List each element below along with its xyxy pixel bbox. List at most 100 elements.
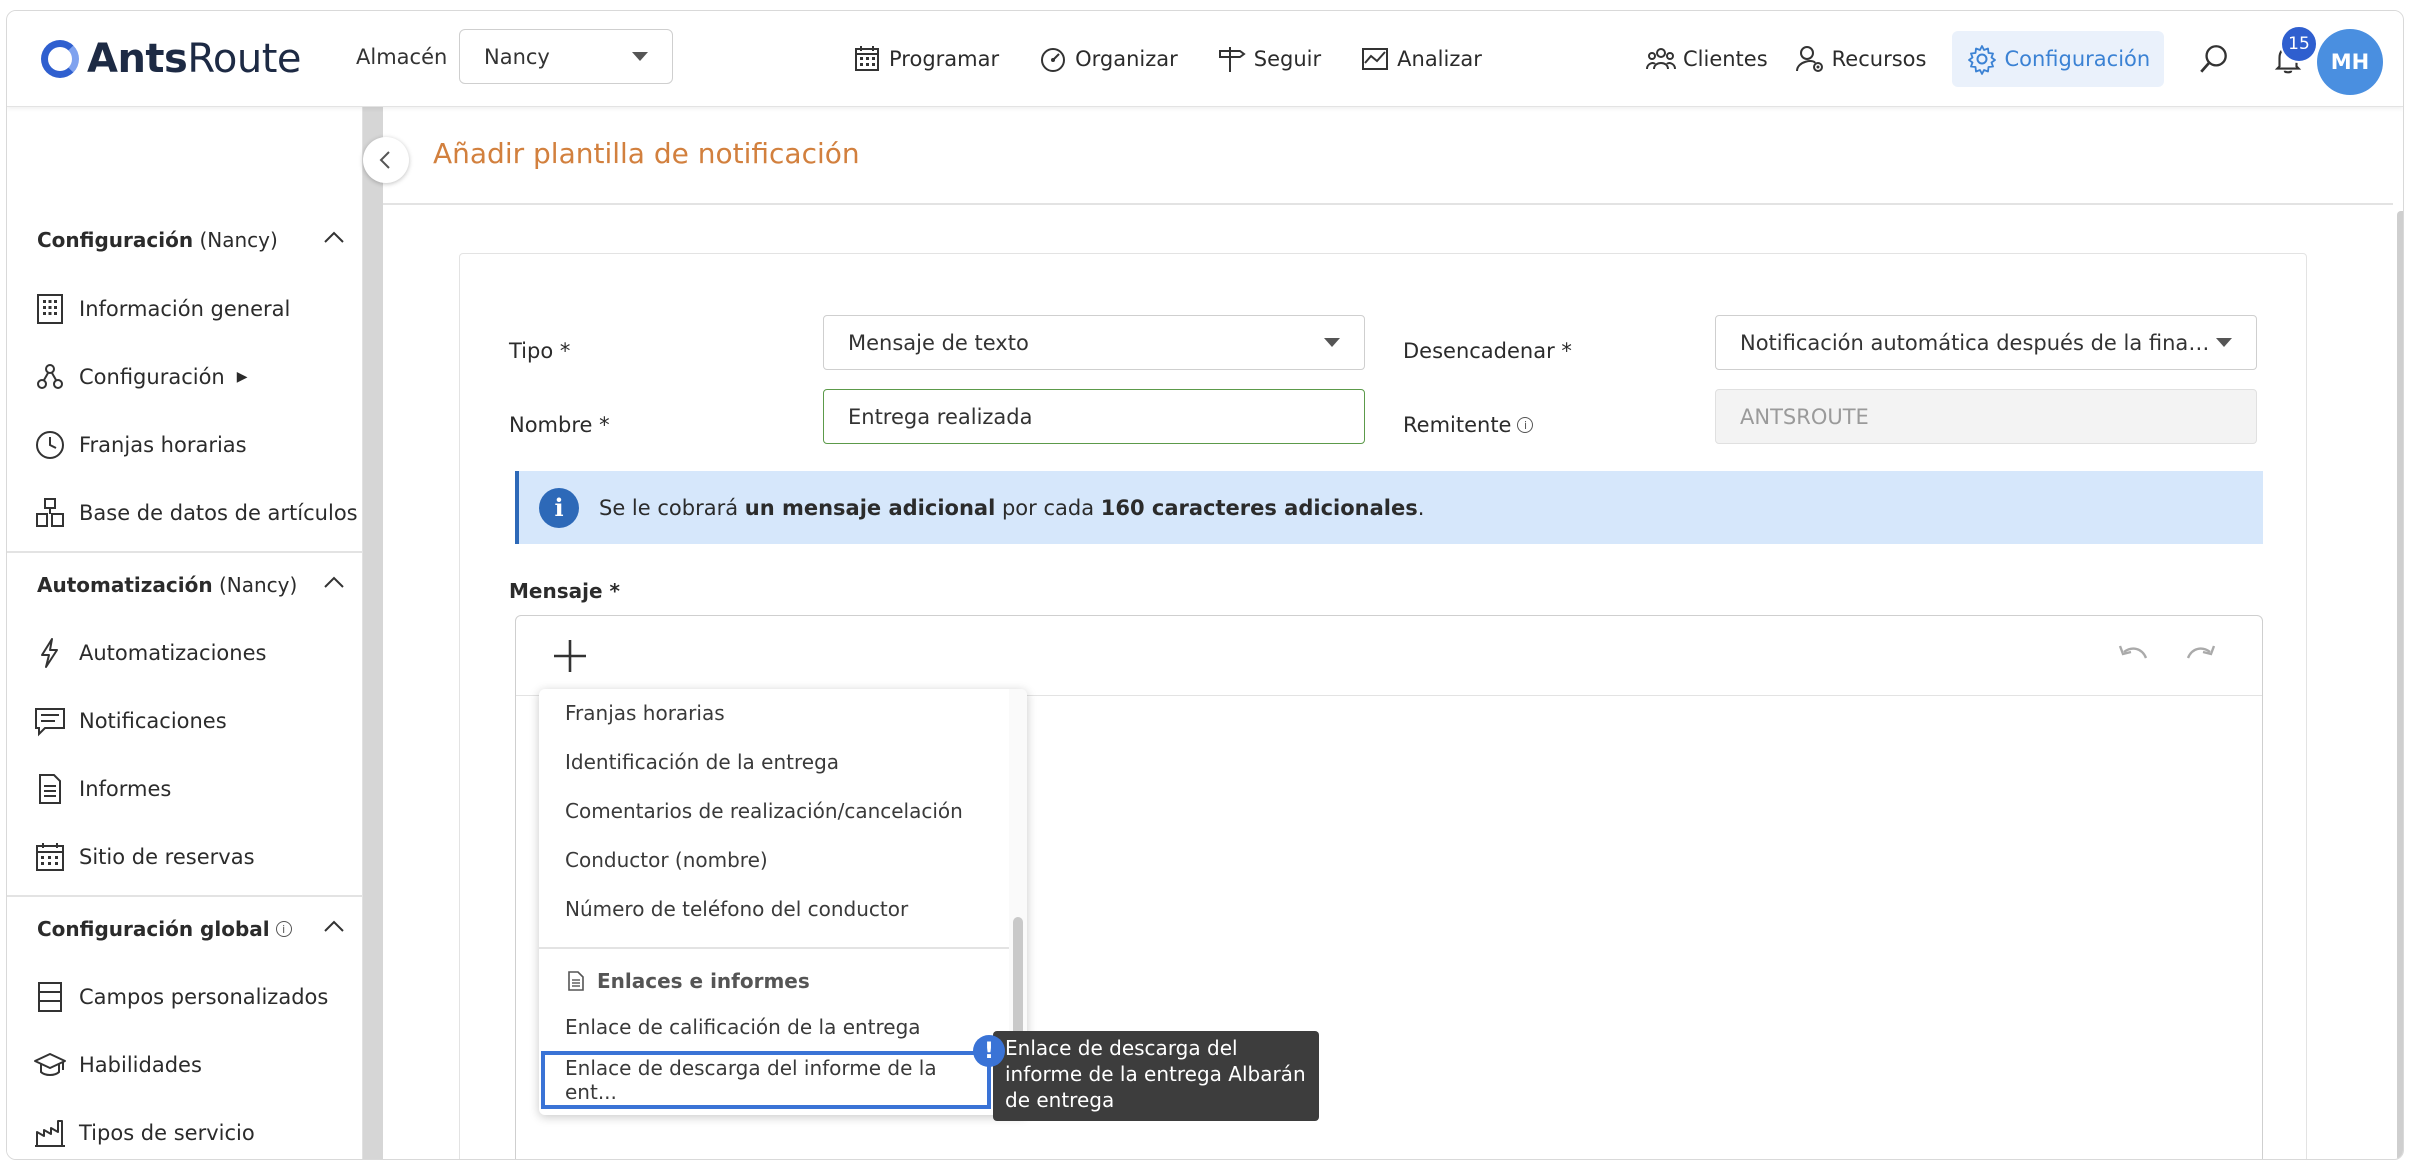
logo-mark-icon xyxy=(41,40,79,78)
nav-organizar[interactable]: Organizar xyxy=(1037,39,1178,79)
top-navigation-bar: AntsRoute Almacén Nancy Programar Organi… xyxy=(7,11,2403,107)
nav-seguir[interactable]: Seguir xyxy=(1216,39,1321,79)
page-title: Añadir plantilla de notificación xyxy=(433,137,860,170)
document-icon xyxy=(568,971,584,991)
sidebar-item-sitio-de-reservas[interactable]: Sitio de reservas xyxy=(33,837,255,877)
chevron-left-icon xyxy=(379,151,390,169)
nav-label: Clientes xyxy=(1683,47,1768,71)
section-suffix: (Nancy) xyxy=(212,573,298,597)
group-label: Enlaces e informes xyxy=(597,969,810,993)
section-title: Automatización xyxy=(37,573,213,597)
sidebar-item-habilidades[interactable]: Habilidades xyxy=(33,1045,202,1085)
sidebar-item-notificaciones[interactable]: Notificaciones xyxy=(33,701,227,741)
section-title: Configuración xyxy=(37,228,194,252)
section-suffix: (Nancy) xyxy=(193,228,278,252)
info-icon[interactable]: i xyxy=(1517,417,1534,433)
dropdown-item[interactable]: Número de teléfono del conductor xyxy=(565,891,908,927)
dropdown-group-header: Enlaces e informes xyxy=(565,963,810,999)
nav-label: Seguir xyxy=(1253,47,1322,71)
boxes-icon xyxy=(36,498,64,527)
sidebar-item-automatizaciones[interactable]: Automatizaciones xyxy=(33,633,266,673)
nombre-value: Entrega realizada xyxy=(848,404,1033,429)
sidebar-item-label: Sitio de reservas xyxy=(79,845,255,869)
remitente-value: ANTSROUTE xyxy=(1740,404,1869,429)
dropdown-item[interactable]: Franjas horarias xyxy=(565,695,725,731)
factory-icon xyxy=(35,1120,65,1147)
sidebar-item-label: Automatizaciones xyxy=(79,641,267,665)
title-divider xyxy=(383,203,2393,205)
sidebar-item-informacion-general[interactable]: Información general xyxy=(33,289,290,329)
trigger-select[interactable]: Notificación automática después de la fi… xyxy=(1715,315,2257,370)
sidebar-scrollbar[interactable] xyxy=(363,107,383,1159)
sidebar-item-franjas-horarias[interactable]: Franjas horarias xyxy=(33,425,247,465)
warehouse-select[interactable]: Nancy xyxy=(459,29,673,84)
user-avatar[interactable]: MH xyxy=(2317,29,2383,95)
chevron-down-icon xyxy=(2216,338,2232,347)
search-button[interactable] xyxy=(2190,35,2238,83)
calendar-grid-icon xyxy=(36,843,64,871)
graduation-icon xyxy=(34,1053,66,1076)
tipo-value: Mensaje de texto xyxy=(848,330,1029,355)
section-header-configuracion-global[interactable]: Configuración global i xyxy=(37,909,347,949)
undo-icon[interactable] xyxy=(2114,638,2152,676)
sidebar-item-base-de-datos[interactable]: Base de datos de artículos xyxy=(33,493,358,533)
calendar-icon xyxy=(855,46,879,71)
sidebar-item-label: Información general xyxy=(79,297,291,321)
main-nav: Programar Organizar Seguir Analizar xyxy=(851,39,1482,79)
section-title: Configuración global xyxy=(37,917,270,941)
sidebar-item-label: Franjas horarias xyxy=(79,433,247,457)
clock-icon xyxy=(36,431,64,459)
dropdown-item-selected[interactable]: Enlace de descarga del informe de la ent… xyxy=(541,1051,991,1109)
tipo-select[interactable]: Mensaje de texto xyxy=(823,315,1365,370)
clients-icon xyxy=(1646,48,1676,70)
sidebar-item-configuracion[interactable]: Configuración ▶ xyxy=(33,357,248,397)
info-icon: i xyxy=(275,921,292,937)
sidebar-item-campos-personalizados[interactable]: Campos personalizados xyxy=(33,977,328,1017)
chevron-up-icon xyxy=(321,570,347,601)
antsroute-logo[interactable]: AntsRoute xyxy=(41,29,301,89)
section-header-automatizacion[interactable]: Automatización (Nancy) xyxy=(37,565,347,605)
nav-label: Organizar xyxy=(1075,47,1178,71)
remitente-input: ANTSROUTE xyxy=(1715,389,2257,444)
app-window: AntsRoute Almacén Nancy Programar Organi… xyxy=(6,10,2404,1160)
dropdown-item[interactable]: Comentarios de realización/cancelación xyxy=(565,793,963,829)
nav-clientes[interactable]: Clientes xyxy=(1645,31,1768,87)
sidebar-item-label: Tipos de servicio xyxy=(79,1121,255,1145)
notification-count-badge: 15 xyxy=(2280,25,2318,63)
plus-icon[interactable] xyxy=(548,634,592,678)
message-icon xyxy=(35,708,65,737)
building-icon xyxy=(37,294,63,324)
dropdown-item[interactable]: Conductor (nombre) xyxy=(565,842,768,878)
sidebar-item-label: Notificaciones xyxy=(79,709,227,733)
warehouse-value: Nancy xyxy=(484,44,550,69)
resources-icon xyxy=(1795,46,1823,72)
info-banner: i Se le cobrará un mensaje adicional por… xyxy=(515,471,2263,544)
sidebar-item-tipos-de-servicio[interactable]: Tipos de servicio xyxy=(33,1113,255,1153)
logo-text-regular: Route xyxy=(187,36,301,82)
tipo-label: Tipo * xyxy=(509,339,571,363)
dropdown-item[interactable]: Enlace de calificación de la entrega xyxy=(565,1009,921,1045)
search-icon xyxy=(2200,45,2228,73)
redo-icon[interactable] xyxy=(2182,638,2220,676)
sidebar-item-label: Campos personalizados xyxy=(79,985,329,1009)
gauge-icon xyxy=(1041,48,1066,72)
sidebar-item-informes[interactable]: Informes xyxy=(33,769,171,809)
warehouse-label: Almacén xyxy=(356,45,448,69)
editor-toolbar xyxy=(516,616,2262,696)
nav-analizar[interactable]: Analizar xyxy=(1359,39,1482,79)
nav-recursos[interactable]: Recursos xyxy=(1794,31,1926,87)
collapse-sidebar-button[interactable] xyxy=(363,137,409,183)
nombre-input[interactable]: Entrega realizada xyxy=(823,389,1365,444)
main-scrollbar[interactable] xyxy=(2397,211,2403,1159)
trigger-label: Desencadenar * xyxy=(1403,339,1572,363)
nav-programar[interactable]: Programar xyxy=(851,39,999,79)
nav-configuracion[interactable]: Configuración xyxy=(1952,31,2165,87)
tooltip: Enlace de descarga del informe de la ent… xyxy=(993,1031,1319,1121)
chevron-up-icon xyxy=(321,225,347,256)
dropdown-item[interactable]: Identificación de la entrega xyxy=(565,744,839,780)
info-icon: i xyxy=(539,487,579,528)
section-header-configuracion[interactable]: Configuración (Nancy) xyxy=(37,220,347,260)
remitente-label: Remitente i xyxy=(1403,413,1534,437)
nav-label: Configuración xyxy=(2004,47,2151,71)
trigger-value: Notificación automática después de la fi… xyxy=(1740,330,2210,355)
